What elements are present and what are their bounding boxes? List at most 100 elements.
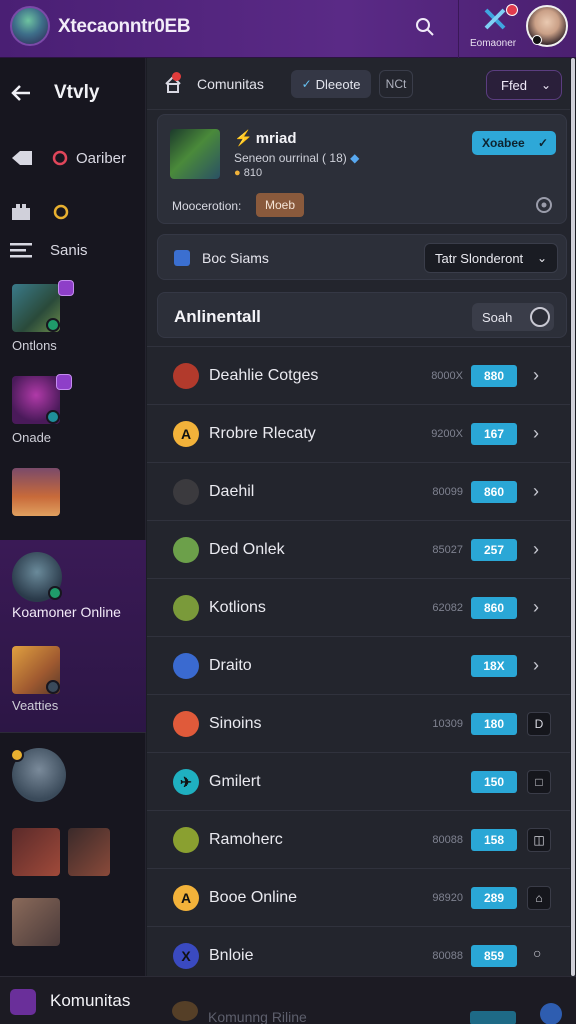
game-tile-3[interactable] [12, 468, 60, 516]
list-item[interactable]: Sinoins 10309 180 D [147, 694, 570, 752]
filter-label: Boc Siams [202, 250, 269, 266]
chevron-right-icon[interactable]: › [533, 365, 547, 387]
status-dot [532, 35, 542, 45]
coin-icon: ● [234, 167, 241, 179]
settings-icon[interactable] [534, 195, 554, 215]
radio-circle-icon[interactable]: ○ [533, 945, 547, 967]
app-logo-avatar[interactable] [10, 6, 50, 46]
toolbar-ghost-button[interactable]: NCt [379, 70, 413, 98]
game-tile-8[interactable] [12, 898, 60, 946]
list-item-name: Draito [209, 657, 252, 674]
list-item-name: Gmilert [209, 773, 261, 790]
list-item[interactable]: Ramoherc 80088 158 ◫ [147, 810, 570, 868]
list-item-stat: 9200X [431, 428, 463, 440]
user-avatar-small[interactable] [540, 1003, 562, 1024]
user-avatar[interactable] [526, 5, 568, 47]
list-item-name: Daehil [209, 483, 255, 500]
chevron-down-icon: ⌄ [540, 78, 551, 92]
action-box-icon[interactable]: D [527, 712, 551, 736]
swirl-icon [53, 204, 69, 220]
chevron-down-icon: ⌄ [536, 251, 547, 265]
list-item-badge: 859 [471, 945, 517, 967]
toggle-knob [530, 307, 550, 327]
chevron-right-icon[interactable]: › [533, 539, 547, 561]
action-box-icon[interactable]: ◫ [527, 828, 551, 852]
list-item[interactable]: Draito 18X › [147, 636, 570, 694]
scrollbar[interactable] [570, 58, 576, 976]
game-tile-6[interactable] [12, 828, 60, 876]
sort-select[interactable]: Tatr Slonderont ⌄ [424, 243, 558, 273]
partial-row-text: Komunng Riline [208, 1009, 307, 1024]
sidebar-item-oariber[interactable]: Oariber [0, 144, 146, 172]
game-icon: X [173, 943, 199, 969]
bag-icon [12, 204, 30, 220]
chevron-right-icon[interactable]: › [533, 655, 547, 677]
moderation-tag[interactable]: Moeb [256, 193, 304, 217]
game-tile-7[interactable] [68, 828, 110, 876]
list-item[interactable]: ✈ Gmilert 150 □ [147, 752, 570, 810]
chevron-right-icon[interactable]: › [533, 597, 547, 619]
action-box-icon[interactable]: ⌂ [527, 886, 551, 910]
list-item[interactable]: A Rrobre Rlecaty 9200X 167 › [147, 404, 570, 462]
list-item-badge: 289 [471, 887, 517, 909]
list-item-stat: 80088 [432, 834, 463, 846]
action-box-icon[interactable]: □ [527, 770, 551, 794]
featured-action-button[interactable]: Xoabee ✓ [472, 131, 556, 155]
search-toggle-label: Soah [482, 309, 513, 325]
list-item-stat: 62082 [432, 602, 463, 614]
list-item[interactable]: Daehil 80099 860 › [147, 462, 570, 520]
search-button[interactable] [410, 12, 440, 42]
list-item-name: Booe Online [209, 889, 298, 906]
game-icon [173, 363, 199, 389]
list-item-badge: 18X [471, 655, 517, 677]
game-icon [173, 537, 199, 563]
list-item[interactable]: Kotlions 62082 860 › [147, 578, 570, 636]
game-icon: ✈ [173, 769, 199, 795]
chevron-right-icon[interactable]: › [533, 423, 547, 445]
game-icon [173, 653, 199, 679]
chevron-right-icon[interactable]: › [533, 481, 547, 503]
main-panel: Comunitas ✓ Dleeote NCt Ffed ⌄ ⚡ mriad Se… [147, 58, 570, 976]
list-item[interactable]: A Booe Online 98920 289 ⌂ [147, 868, 570, 926]
featured-title: ⚡ mriad [234, 130, 297, 147]
search-toggle[interactable]: Soah [472, 303, 554, 331]
diamond-icon: ◆ [350, 151, 360, 165]
list-item-stat: 10309 [432, 718, 463, 730]
online-status-icon [48, 586, 62, 600]
filter-card: Boc Siams Tatr Slonderont ⌄ [157, 234, 567, 280]
app-icon[interactable] [174, 250, 190, 266]
list-item-name: Bnloie [209, 947, 254, 964]
list-item-stat: 80088 [432, 950, 463, 962]
sidebar-item-shop[interactable] [0, 198, 146, 226]
game-icon [173, 479, 199, 505]
notification-badge [506, 4, 518, 16]
list-item[interactable]: X Bnloie 80088 859 ○ [147, 926, 570, 976]
online-status-icon [46, 318, 60, 332]
online-status-icon [46, 410, 60, 424]
communities-icon[interactable] [10, 989, 36, 1015]
section-title: Anlinentall [174, 307, 261, 326]
list-item-stat: 80099 [432, 486, 463, 498]
list-item-name: Rrobre Rlecaty [209, 425, 316, 442]
list-item[interactable]: Deahlie Cotges 8000X 880 › [147, 346, 570, 404]
sidebar-back[interactable]: Vtvly [0, 78, 146, 108]
gamepad-icon [56, 374, 72, 390]
profile-menu[interactable]: Eomaoner [468, 2, 528, 54]
list-item[interactable]: Ded Onlek 85027 257 › [147, 520, 570, 578]
toolbar-filter-pill[interactable]: ✓ Dleeote [291, 70, 371, 98]
gamepad-icon [58, 280, 74, 296]
menu-icon [10, 243, 32, 258]
list-item-badge: 880 [471, 365, 517, 387]
profile-label: Eomaoner [470, 38, 517, 49]
feed-select[interactable]: Ffed ⌄ [486, 70, 562, 100]
game-tile-caption: Onade [12, 430, 52, 445]
scrollbar-thumb[interactable] [571, 58, 575, 976]
list-item-badge: 180 [471, 713, 517, 735]
sidebar: Vtvly Oariber Sanis Ontlons Onade Koamon… [0, 58, 146, 976]
featured-card[interactable]: ⚡ mriad Seneon ourrinal ( 18) ◆ ● 810 Xoa… [157, 114, 567, 224]
sidebar-item-sanis[interactable]: Sanis [0, 236, 146, 264]
game-tile-caption: Veatties [12, 698, 59, 713]
list-item-stat: 8000X [431, 370, 463, 382]
topbar-divider [458, 0, 459, 58]
section-header: Anlinentall Soah [157, 292, 567, 338]
